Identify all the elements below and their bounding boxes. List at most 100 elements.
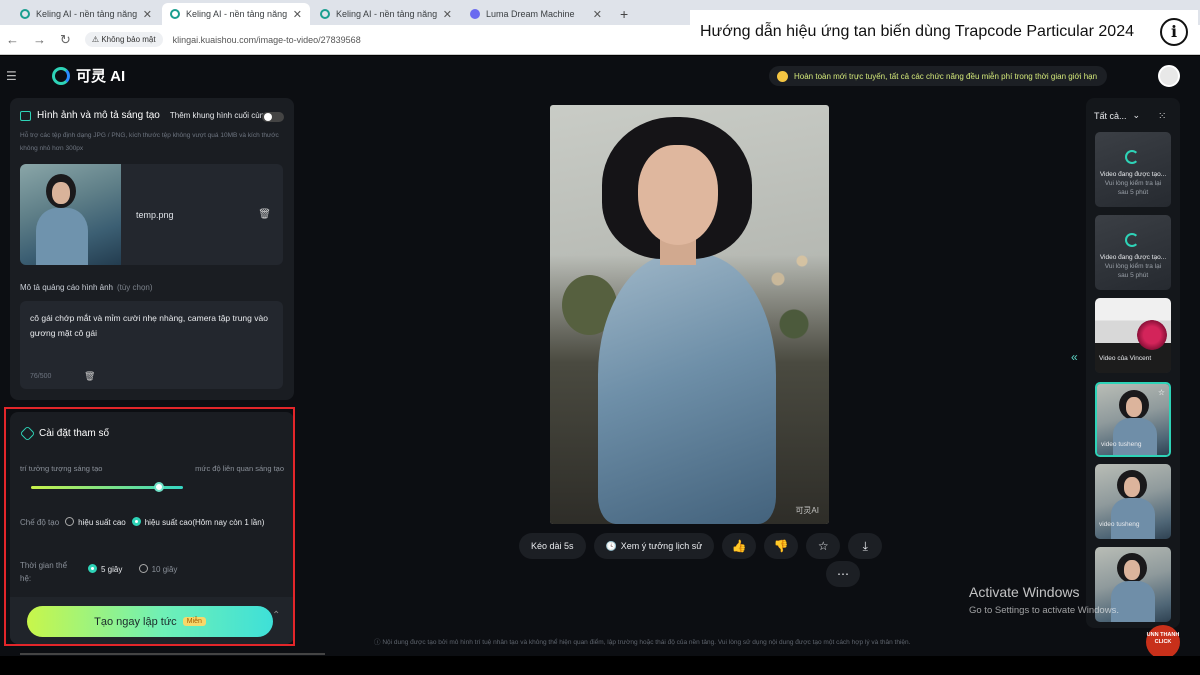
security-label: Không bảo mật xyxy=(101,35,156,44)
history-item-caption: video tusheng xyxy=(1099,521,1140,528)
video-title: Hướng dẫn hiệu ứng tan biến dùng Trapcod… xyxy=(700,22,1134,40)
browser-tab-4[interactable]: Luma Dream Machine ✕ xyxy=(462,3,610,25)
history-item[interactable]: Video đang được tạo... Vui lòng kiểm tra… xyxy=(1095,132,1171,207)
history-item-caption: video tusheng xyxy=(1101,441,1142,448)
watermark: 可灵AI xyxy=(795,506,819,515)
clear-text-icon[interactable]: 🗑 xyxy=(84,371,95,382)
upload-note: Hỗ trợ các tệp định dạng JPG / PNG, kích… xyxy=(20,132,279,152)
image-description-card: Hình ảnh và mô tả sáng tạo Thêm khung hì… xyxy=(10,98,294,400)
promo-text: Hoàn toàn mới trực tuyến, tất cả các chứ… xyxy=(794,71,1098,81)
back-arrow-icon[interactable]: ← xyxy=(6,32,19,47)
history-item[interactable]: video tusheng xyxy=(1095,464,1171,539)
browser-tab-3[interactable]: Keling AI - nền tảng năng suất ✕ xyxy=(312,3,460,25)
close-icon[interactable]: ✕ xyxy=(293,8,302,21)
avatar[interactable] xyxy=(1158,65,1180,87)
close-icon[interactable]: ✕ xyxy=(143,8,152,21)
kling-favicon-icon xyxy=(170,9,180,19)
kling-app: ☰ 可灵 AI Hoàn toàn mới trực tuyến, tất cả… xyxy=(0,56,1200,656)
history-filter[interactable]: Tất cả... ⌄ xyxy=(1094,110,1140,121)
preview-actions: Kéo dài 5s 🕓 Xem ý tưởng lịch sử 👍 👎 ☆ ⤓ xyxy=(519,533,883,559)
image-icon xyxy=(20,110,31,121)
tab-title: Keling AI - nền tảng năng suất xyxy=(336,9,437,19)
url-field[interactable]: ⚠ Không bảo mật klingai.kuaishou.com/ima… xyxy=(84,32,361,47)
history-caption: Video của Vincent xyxy=(1099,354,1167,363)
trash-icon[interactable]: 🗑 xyxy=(258,209,271,220)
app-header: ☰ 可灵 AI Hoàn toàn mới trực tuyến, tất cả… xyxy=(0,56,1200,96)
generate-label: Tạo ngay lập tức xyxy=(94,615,177,628)
history-item-caption: Video đang được tạo... xyxy=(1099,171,1167,178)
reload-icon[interactable]: ↻ xyxy=(60,32,71,48)
description-text: cô gái chớp mắt và mỉm cười nhẹ nhàng, c… xyxy=(30,313,268,338)
history-item[interactable]: Video đang được tạo... Vui lòng kiểm tra… xyxy=(1095,215,1171,290)
kling-favicon-icon xyxy=(20,9,30,19)
close-icon[interactable]: ✕ xyxy=(593,8,602,21)
history-caption: video tusheng xyxy=(1099,520,1167,529)
history-ideas-label: Xem ý tưởng lịch sử xyxy=(620,541,703,551)
activate-windows-title: Activate Windows xyxy=(969,584,1080,600)
thumbnail-dress xyxy=(36,208,88,265)
extend-label: Kéo dài 5s xyxy=(531,541,574,551)
security-indicator[interactable]: ⚠ Không bảo mật xyxy=(84,32,163,47)
history-ideas-button[interactable]: 🕓 Xem ý tưởng lịch sử xyxy=(593,533,715,559)
preview-face xyxy=(638,145,718,245)
preview-dress xyxy=(598,253,776,524)
forward-arrow-icon[interactable]: → xyxy=(33,32,46,47)
free-badge: Miễn xyxy=(182,617,206,626)
card-title: Hình ảnh và mô tả sáng tạo xyxy=(37,110,160,121)
video-title-overlay: Hướng dẫn hiệu ứng tan biến dùng Trapcod… xyxy=(690,10,1198,53)
collapse-chevron-icon[interactable]: « xyxy=(1071,350,1078,364)
channel-logo: UNN THANH CLICK xyxy=(1146,625,1180,659)
more-options-icon[interactable]: ⋯ xyxy=(826,561,860,587)
thumbs-down-icon[interactable]: 👎 xyxy=(764,533,799,559)
disclaimer-text: Nội dung được tạo bởi mô hình trí tuệ nh… xyxy=(382,639,911,646)
browser-tab-2[interactable]: Keling AI - nền tảng năng suất ✕ xyxy=(162,3,310,25)
history-item-caption: Video của Vincent xyxy=(1099,355,1152,362)
history-caption: video tusheng xyxy=(1101,440,1165,449)
history-filter-label: Tất cả... xyxy=(1094,110,1127,121)
info-icon[interactable]: i xyxy=(1160,17,1188,46)
history-caption: Video đang được tạo... Vui lòng kiểm tra… xyxy=(1099,253,1167,280)
history-item-caption: Video đang được tạo... xyxy=(1099,254,1167,261)
loading-icon xyxy=(1125,233,1139,247)
extend-button[interactable]: Kéo dài 5s xyxy=(519,533,586,559)
tab-title: Keling AI - nền tảng năng suất xyxy=(36,9,137,19)
luma-favicon-icon xyxy=(470,9,480,19)
history-item-selected[interactable]: ☆ video tusheng xyxy=(1095,382,1171,457)
chevron-down-icon: ⌄ xyxy=(1132,110,1141,120)
app-logo[interactable]: 可灵 AI xyxy=(52,65,125,86)
grid-view-icon[interactable]: ⁙ xyxy=(1158,111,1166,122)
star-icon[interactable]: ☆ xyxy=(1158,388,1165,397)
tab-title: Luma Dream Machine xyxy=(486,9,575,19)
screenshot-root: Keling AI - nền tảng năng suất ✕ Keling … xyxy=(0,0,1200,675)
bottom-letterbox xyxy=(0,656,1200,675)
thumbs-up-icon[interactable]: 👍 xyxy=(722,533,757,559)
file-name: temp.png xyxy=(136,210,174,220)
thumbnail-dress xyxy=(1113,418,1157,455)
url-text: klingai.kuaishou.com/image-to-video/2783… xyxy=(172,34,361,45)
loading-icon xyxy=(1125,150,1139,164)
activate-windows-subtitle: Go to Settings to activate Windows. xyxy=(969,605,1119,616)
chevron-up-icon[interactable]: ⌃ xyxy=(272,610,280,621)
new-tab-button[interactable]: + xyxy=(612,6,636,25)
tab-title: Keling AI - nền tảng năng suất xyxy=(186,9,287,19)
description-textarea[interactable]: cô gái chớp mắt và mỉm cười nhẹ nhàng, c… xyxy=(20,301,283,389)
video-preview[interactable]: 可灵AI xyxy=(550,105,829,524)
thumbnail-face xyxy=(52,182,70,204)
star-icon[interactable]: ☆ xyxy=(806,533,841,559)
end-frame-toggle[interactable] xyxy=(262,112,284,122)
browser-tab-1[interactable]: Keling AI - nền tảng năng suất ✕ xyxy=(12,3,160,25)
generate-button[interactable]: Tạo ngay lập tức Miễn xyxy=(27,606,273,637)
scrollbar[interactable] xyxy=(20,653,325,655)
download-icon[interactable]: ⤓ xyxy=(848,533,883,559)
uploaded-image-thumbnail xyxy=(20,164,121,265)
card-header: Hình ảnh và mô tả sáng tạo Thêm khung hì… xyxy=(20,110,269,121)
uploaded-image-box[interactable]: temp.png 🗑 xyxy=(20,164,283,265)
kling-logo-icon xyxy=(52,66,70,85)
promo-banner[interactable]: Hoàn toàn mới trực tuyến, tất cả các chứ… xyxy=(769,66,1108,86)
history-item[interactable]: Video của Vincent xyxy=(1095,298,1171,373)
smile-icon xyxy=(777,70,788,82)
thumbnail-dress xyxy=(1111,498,1155,539)
menu-icon[interactable]: ☰ xyxy=(6,69,18,83)
end-frame-label: Thêm khung hình cuối cùng xyxy=(169,111,269,120)
close-icon[interactable]: ✕ xyxy=(443,8,452,21)
